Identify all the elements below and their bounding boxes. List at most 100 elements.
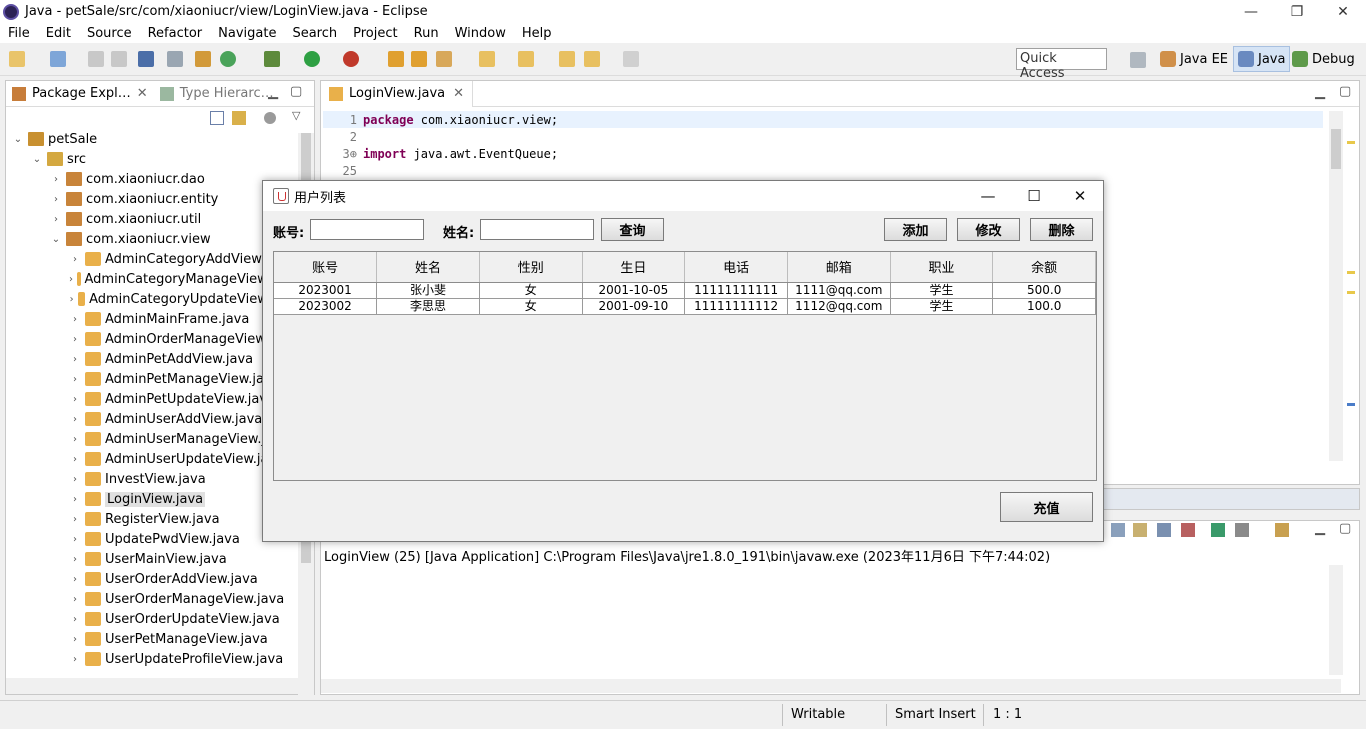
table-row[interactable]: 2023002 李思思女 2001-09-10 11111111112 1112@qq.… xyxy=(274,298,1096,315)
warning-marker[interactable] xyxy=(1347,271,1355,274)
back-icon[interactable] xyxy=(584,51,600,67)
build-icon[interactable] xyxy=(195,51,211,67)
user-table[interactable]: 账号 姓名 性别 生日 电话 邮箱 职业 余额 2023001 张小斐女 2001-10-05 11… xyxy=(273,251,1097,481)
name-input[interactable] xyxy=(480,219,594,240)
menu-source[interactable]: Source xyxy=(79,26,140,41)
account-input[interactable] xyxy=(310,219,424,240)
debug-icon[interactable] xyxy=(264,51,280,67)
chevron-right-icon[interactable]: › xyxy=(69,474,81,485)
table-cell[interactable]: 张小斐 xyxy=(376,282,480,299)
chevron-right-icon[interactable]: › xyxy=(69,374,81,385)
tree-item[interactable]: ⌄ petSale xyxy=(6,129,298,149)
chevron-right-icon[interactable]: › xyxy=(69,334,81,345)
menu-help[interactable]: Help xyxy=(514,26,560,41)
query-button[interactable]: 查询 xyxy=(601,218,664,241)
chevron-right-icon[interactable]: › xyxy=(50,214,62,225)
table-cell[interactable]: 11111111111 xyxy=(684,282,788,299)
chevron-right-icon[interactable]: › xyxy=(69,494,81,505)
table-row[interactable]: 2023001 张小斐女 2001-10-05 11111111111 1111@qq.… xyxy=(274,282,1096,299)
table-cell[interactable]: 女 xyxy=(479,282,583,299)
tree-item[interactable]: › AdminCategoryAddView.java xyxy=(6,249,298,269)
tree-item[interactable]: › AdminUserAddView.java xyxy=(6,409,298,429)
console-toolbar-icon[interactable] xyxy=(1181,523,1195,537)
table-cell[interactable]: 1112@qq.com xyxy=(787,298,891,315)
tree-item[interactable]: › InvestView.java xyxy=(6,469,298,489)
chevron-right-icon[interactable]: › xyxy=(69,454,81,465)
open-console-icon[interactable] xyxy=(1275,523,1289,537)
column-header[interactable]: 余额 xyxy=(992,252,1096,283)
table-cell[interactable]: 2001-10-05 xyxy=(582,282,686,299)
tree-item[interactable]: › LoginView.java xyxy=(6,489,298,509)
tree-item[interactable]: › AdminPetManageView.java xyxy=(6,369,298,389)
table-cell[interactable]: 1111@qq.com xyxy=(787,282,891,299)
link-editor-icon[interactable] xyxy=(232,111,246,125)
chevron-right-icon[interactable]: › xyxy=(69,534,81,545)
tree-item[interactable]: › com.xiaoniucr.entity xyxy=(6,189,298,209)
external-tools-icon[interactable] xyxy=(343,51,359,67)
pin-console-icon[interactable] xyxy=(1211,523,1225,537)
chevron-right-icon[interactable]: › xyxy=(50,194,62,205)
table-cell[interactable]: 2001-09-10 xyxy=(582,298,686,315)
maximize-view-icon[interactable]: ▢ xyxy=(290,84,302,99)
tree-item[interactable]: › UserPetManageView.java xyxy=(6,629,298,649)
warning-marker[interactable] xyxy=(1347,291,1355,294)
quick-access-field[interactable]: Quick Access xyxy=(1016,48,1107,81)
chevron-right-icon[interactable]: › xyxy=(69,654,81,665)
tree-item[interactable]: › UserOrderAddView.java xyxy=(6,569,298,589)
column-header[interactable]: 性别 xyxy=(479,252,583,283)
tree-horizontal-scrollbar[interactable] xyxy=(6,678,298,694)
filter-icon[interactable] xyxy=(264,112,276,124)
add-button[interactable]: 添加 xyxy=(884,218,947,241)
tree-item[interactable]: › UpdatePwdView.java xyxy=(6,529,298,549)
occurrence-marker[interactable] xyxy=(1347,403,1355,406)
menu-search[interactable]: Search xyxy=(284,26,345,41)
chevron-right-icon[interactable]: › xyxy=(50,174,62,185)
menu-project[interactable]: Project xyxy=(345,26,405,41)
code-line[interactable]: 1 package com.xiaoniucr.view; xyxy=(323,111,1323,128)
minimize-view-icon[interactable]: ▁ xyxy=(268,85,278,100)
table-cell[interactable]: 女 xyxy=(479,298,583,315)
menu-edit[interactable]: Edit xyxy=(38,26,79,41)
table-cell[interactable]: 100.0 xyxy=(992,298,1096,315)
view-menu-icon[interactable]: ▽ xyxy=(292,109,300,122)
chevron-right-icon[interactable]: › xyxy=(69,274,73,285)
tree-item[interactable]: › AdminCategoryManageView.java xyxy=(6,269,298,289)
console-toolbar-icon[interactable] xyxy=(1157,523,1171,537)
tree-item[interactable]: › UserOrderManageView.java xyxy=(6,589,298,609)
tree-item[interactable]: › UserUpdateProfileView.java xyxy=(6,649,298,669)
column-header[interactable]: 邮箱 xyxy=(787,252,891,283)
chevron-right-icon[interactable]: › xyxy=(69,414,81,425)
table-cell[interactable]: 500.0 xyxy=(992,282,1096,299)
tree-item[interactable]: › AdminCategoryUpdateView.java xyxy=(6,289,298,309)
perspective-java[interactable]: Java xyxy=(1233,46,1291,72)
next-annotation-icon[interactable] xyxy=(518,51,534,67)
collapse-all-icon[interactable] xyxy=(210,111,224,125)
annotation-icon[interactable] xyxy=(479,51,495,67)
close-button[interactable]: ✕ xyxy=(1320,0,1366,23)
tree-item[interactable]: › AdminUserManageView.java xyxy=(6,429,298,449)
tree-item[interactable]: › UserMainView.java xyxy=(6,549,298,569)
table-cell[interactable]: 李思思 xyxy=(376,298,480,315)
tab-loginview-java[interactable]: LoginView.java ✕ xyxy=(321,80,474,107)
console-vertical-scrollbar[interactable] xyxy=(1329,565,1343,675)
terminal-icon[interactable] xyxy=(138,51,154,67)
tree-item[interactable]: › AdminUserUpdateView.java xyxy=(6,449,298,469)
chevron-down-icon[interactable]: ⌄ xyxy=(50,234,62,245)
edit-button[interactable]: 修改 xyxy=(957,218,1020,241)
column-header[interactable]: 职业 xyxy=(890,252,994,283)
minimize-console-icon[interactable]: ▁ xyxy=(1315,521,1325,536)
new-icon[interactable] xyxy=(9,51,25,67)
chevron-right-icon[interactable]: › xyxy=(69,354,81,365)
save-icon[interactable] xyxy=(88,51,104,67)
tree-item[interactable]: › UserOrderUpdateView.java xyxy=(6,609,298,629)
open-type-icon[interactable] xyxy=(388,51,404,67)
menu-refactor[interactable]: Refactor xyxy=(140,26,211,41)
chevron-right-icon[interactable]: › xyxy=(69,434,81,445)
editor-vertical-scrollbar[interactable] xyxy=(1329,111,1343,461)
chevron-right-icon[interactable]: › xyxy=(69,254,81,265)
column-header[interactable]: 账号 xyxy=(274,252,378,283)
forward-icon[interactable] xyxy=(623,51,639,67)
open-perspective-icon[interactable] xyxy=(1130,52,1146,68)
last-edit-icon[interactable] xyxy=(559,51,575,67)
console-horizontal-scrollbar[interactable] xyxy=(321,679,1341,693)
